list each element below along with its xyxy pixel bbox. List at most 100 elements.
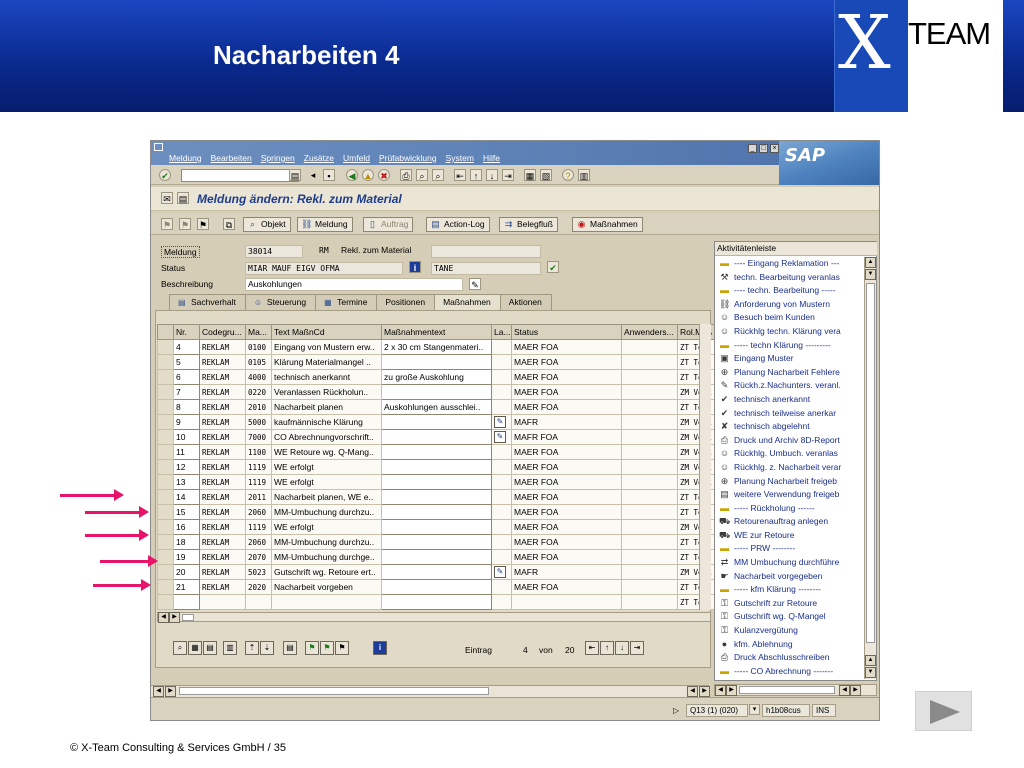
cell-nr[interactable]: 6 <box>173 369 200 385</box>
cell-nr[interactable]: 7 <box>173 384 200 400</box>
langtext-cell[interactable] <box>491 459 512 475</box>
cell-text[interactable]: kaufmännische Klärung <box>271 414 382 430</box>
meldung-number-field[interactable]: 38014 <box>245 245 303 258</box>
scroll-down-icon[interactable]: ▼ <box>865 667 876 678</box>
table-row[interactable]: 7 REKLAM 0220 Veranlassen Rückholun.. MAER F… <box>157 384 716 400</box>
activity-item[interactable]: ▬ ----- kfm Klärung -------- <box>715 583 864 597</box>
cell-text[interactable]: MM-Umbuchung durchzu.. <box>271 534 382 550</box>
auftrag-button[interactable]: ▯ Auftrag <box>363 217 414 232</box>
cell-anw[interactable] <box>621 399 678 415</box>
command-dropdown-icon[interactable]: ◂ <box>307 169 319 181</box>
scroll-right-icon[interactable]: ▶ <box>699 686 710 697</box>
langtext-cell[interactable] <box>491 354 512 370</box>
long-text-edit-icon[interactable]: ✎ <box>469 278 481 290</box>
scroll-left-icon[interactable]: ◀ <box>153 686 164 697</box>
scroll-left-icon[interactable]: ◀ <box>715 685 726 696</box>
cell-ma[interactable]: 1119 <box>245 474 272 490</box>
sort-asc-icon[interactable]: ⇡ <box>245 641 259 655</box>
col-header-nr[interactable]: Nr. <box>173 324 200 340</box>
cell-ma[interactable]: 2060 <box>245 504 272 520</box>
table-row[interactable]: 9 REKLAM 5000 kaufmännische Klärung ✎ MAFR ZM … <box>157 414 716 430</box>
cell-nr[interactable]: 19 <box>173 549 200 565</box>
status-play-icon[interactable]: ▷ <box>673 706 679 715</box>
cell-status[interactable]: MAER FOA <box>511 354 622 370</box>
tab-termine[interactable]: ▦ Termine <box>315 294 378 310</box>
langtext-cell[interactable] <box>491 504 512 520</box>
cell-code[interactable]: REKLAM <box>199 444 246 460</box>
edit-longtext-icon[interactable]: ✎ <box>494 566 506 578</box>
langtext-cell[interactable] <box>491 519 512 535</box>
edit-longtext-icon[interactable]: ✎ <box>494 431 506 443</box>
cell-code[interactable]: REKLAM <box>199 534 246 550</box>
select-block-icon[interactable]: ▦ <box>188 641 202 655</box>
flag-green-icon[interactable]: ⚑ <box>305 641 319 655</box>
cell-ma[interactable]: 0220 <box>245 384 272 400</box>
menu-meldung[interactable]: Meldung <box>169 153 202 165</box>
cell-text[interactable]: technisch anerkannt <box>271 369 382 385</box>
activity-item[interactable]: ⚿ Gutschrift zur Retoure <box>715 597 864 611</box>
activity-item[interactable]: ✔ technisch anerkannt <box>715 393 864 407</box>
cell-status[interactable]: MAFR FOA <box>511 429 622 445</box>
table-row[interactable]: 12 REKLAM 1119 WE erfolgt MAER FOA ZM Verk <box>157 459 716 475</box>
cell-anw[interactable] <box>621 384 678 400</box>
cell-anw[interactable] <box>621 429 678 445</box>
activity-item[interactable]: ● kfm. Ablehnung <box>715 638 864 652</box>
cell-anw[interactable] <box>621 504 678 520</box>
cell-ma[interactable]: 0100 <box>245 339 272 355</box>
notes-icon[interactable]: ▤ <box>283 641 297 655</box>
cell-text[interactable]: WE erfolgt <box>271 519 382 535</box>
screen-horizontal-scrollbar[interactable]: ◀ ▶ ◀ ▶ <box>151 685 710 697</box>
info-icon[interactable]: i <box>409 261 421 273</box>
cell-status[interactable]: MAER FOA <box>511 459 622 475</box>
row-selector[interactable] <box>157 369 174 385</box>
activity-item[interactable]: ⚒ techn. Bearbeitung veranlas <box>715 271 864 285</box>
cell-nr[interactable]: 8 <box>173 399 200 415</box>
scroll-left-icon[interactable]: ◀ <box>839 685 850 696</box>
layout-menu-icon[interactable]: ▥ <box>578 169 590 181</box>
table-row[interactable]: 14 REKLAM 2011 Nacharbeit planen, WE e.. MAE… <box>157 489 716 505</box>
table-horizontal-scrollbar[interactable]: ◀ ▶ <box>157 612 711 623</box>
cell-text[interactable]: WE erfolgt <box>271 459 382 475</box>
cell-mtext[interactable] <box>381 474 492 490</box>
cell-nr[interactable]: 5 <box>173 354 200 370</box>
cell-anw[interactable] <box>621 564 678 580</box>
prev-entry-icon[interactable]: ↑ <box>600 641 614 655</box>
sap-system-menu-icon[interactable] <box>154 143 163 151</box>
cell-ma[interactable]: 1119 <box>245 459 272 475</box>
cell-ma[interactable]: 5000 <box>245 414 272 430</box>
col-header-massnahmentext[interactable]: Maßnahmentext <box>381 324 492 340</box>
activity-item[interactable]: ▬ ---- Eingang Reklamation --- <box>715 257 864 271</box>
table-row[interactable]: 15 REKLAM 2060 MM-Umbuchung durchzu.. MAER F… <box>157 504 716 520</box>
cell-ma[interactable]: 2060 <box>245 534 272 550</box>
col-header-anwenderstatus[interactable]: Anwenders... <box>621 324 678 340</box>
cell-anw[interactable] <box>621 369 678 385</box>
find-next-icon[interactable]: ⌕ <box>432 169 444 181</box>
activity-item[interactable]: ▬ ----- techn Klärung --------- <box>715 339 864 353</box>
cell-code[interactable]: REKLAM <box>199 474 246 490</box>
table-row[interactable]: 18 REKLAM 2060 MM-Umbuchung durchzu.. MAER F… <box>157 534 716 550</box>
prev-page-icon[interactable]: ↑ <box>470 169 482 181</box>
cell-status[interactable]: MAFR <box>511 414 622 430</box>
cell-status[interactable] <box>511 594 622 610</box>
flag-done-icon[interactable]: ⚑ <box>320 641 334 655</box>
col-header-langtext[interactable]: La... <box>491 324 512 340</box>
cell-mtext[interactable] <box>381 519 492 535</box>
cell-ma[interactable]: 2010 <box>245 399 272 415</box>
activity-scroll-thumb[interactable] <box>866 283 875 643</box>
cancel-icon[interactable]: ✖ <box>378 169 390 181</box>
cell-text[interactable]: Klärung Materialmangel .. <box>271 354 382 370</box>
flag-icon[interactable]: ⚑ <box>197 218 209 230</box>
cell-anw[interactable] <box>621 579 678 595</box>
table-row[interactable]: 16 REKLAM 1119 WE erfolgt MAER FOA ZM Verk <box>157 519 716 535</box>
cell-ma[interactable]: 7000 <box>245 429 272 445</box>
activity-item[interactable]: ☺ Besuch beim Kunden <box>715 311 864 325</box>
row-selector[interactable] <box>157 459 174 475</box>
activity-item[interactable]: ☺ Rückhlg techn. Klärung vera <box>715 325 864 339</box>
langtext-cell[interactable] <box>491 579 512 595</box>
system-info-dropdown-icon[interactable]: ▾ <box>749 704 760 715</box>
cell-status[interactable]: MAER FOA <box>511 369 622 385</box>
row-selector[interactable] <box>157 399 174 415</box>
cell-ma[interactable]: 1100 <box>245 444 272 460</box>
cell-anw[interactable] <box>621 354 678 370</box>
table-row[interactable]: 19 REKLAM 2070 MM-Umbuchung durchge.. MAER F… <box>157 549 716 565</box>
